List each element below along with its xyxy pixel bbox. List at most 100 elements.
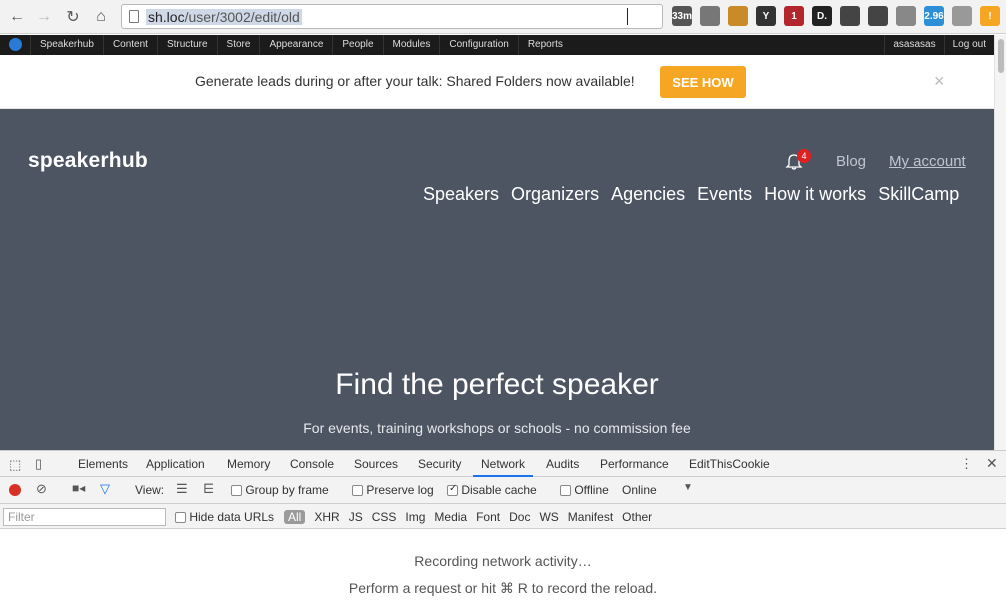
warning-ext-icon[interactable]: ! [980,6,1000,26]
main-nav-item[interactable]: Organizers [511,184,599,205]
device-toggle-icon[interactable]: ▯ [35,456,42,472]
back-arrow-icon[interactable]: ← [6,6,28,28]
type-filter-doc[interactable]: Doc [509,510,530,524]
devtools-tab[interactable]: EditThisCookie [681,451,778,477]
offline-option[interactable]: Offline [560,483,609,497]
group-by-frame-checkbox[interactable] [231,485,242,497]
network-filter-bar: Filter Hide data URLs All XHR JS CSS Img Medi… [0,504,1006,529]
record-icon[interactable] [9,484,21,496]
tool-ext-icon[interactable] [868,6,888,26]
type-filter-media[interactable]: Media [434,510,467,524]
main-navigation: Speakers Organizers Agencies Events How it w… [423,184,959,205]
admin-toolbar: Speakerhub Content Structure Store Appearanc… [0,35,1006,55]
admin-menu-item[interactable]: Modules [382,35,440,55]
overview-icon[interactable]: ⋿ [203,481,214,497]
admin-menu-item[interactable]: Store [216,35,260,55]
devtools-tab[interactable]: Console [282,451,342,477]
devtools-tab[interactable]: Elements [70,451,136,477]
disable-cache-checkbox[interactable] [447,483,458,497]
devtools-tab[interactable]: Security [410,451,469,477]
close-icon[interactable]: × [934,71,945,92]
blog-link[interactable]: Blog [836,153,866,170]
type-filter-img[interactable]: Img [405,510,425,524]
address-bar[interactable]: sh.loc/user/3002/edit/old [121,4,663,29]
vue-ext-icon[interactable] [952,6,972,26]
devtools-tab[interactable]: Sources [346,451,406,477]
circle-ext-icon[interactable] [840,6,860,26]
logout-link[interactable]: Log out [943,35,994,55]
announcement-bar: Generate leads during or after your talk… [0,55,994,109]
capture-screenshots-icon[interactable]: ■◂ [72,481,85,495]
close-devtools-icon[interactable]: ✕ [986,455,998,472]
main-nav-item[interactable]: Speakers [423,184,499,205]
disable-cache-label: Disable cache [461,483,537,497]
cookie-icon[interactable] [728,6,748,26]
url-text[interactable]: sh.loc/user/3002/edit/old [146,9,302,25]
main-nav-item[interactable]: How it works [764,184,866,205]
forward-arrow-icon[interactable]: → [33,6,55,28]
announcement-text: Generate leads during or after your talk… [195,73,635,89]
type-filter-font[interactable]: Font [476,510,500,524]
admin-menu-item[interactable]: Structure [156,35,217,55]
offline-checkbox[interactable] [560,485,571,497]
inspect-element-icon[interactable]: ⬚ [9,457,21,473]
large-rows-icon[interactable]: ☰ [176,481,188,497]
disable-cache-option[interactable]: Disable cache [447,483,537,497]
filter-icon[interactable]: ▽ [100,481,110,497]
type-filter-css[interactable]: CSS [372,510,397,524]
main-nav-item[interactable]: SkillCamp [878,184,959,205]
admin-user-link[interactable]: asasasas [884,35,943,55]
preserve-log-checkbox[interactable] [352,485,363,497]
devtools-tab[interactable]: Memory [219,451,278,477]
shield-ext-icon[interactable]: 1 [784,6,804,26]
chevron-down-icon[interactable]: ▼ [683,482,693,493]
preserve-log-option[interactable]: Preserve log [352,483,434,497]
hero-section: speakerhub 4 Blog My account Speakers Org… [0,109,994,450]
devtools-tab[interactable]: Audits [538,451,587,477]
image-ext-icon[interactable] [896,6,916,26]
gear-ext-icon[interactable] [700,6,720,26]
site-logo[interactable]: speakerhub [28,149,148,173]
reload-icon[interactable]: ↻ [62,6,84,28]
admin-menu-item[interactable]: Content [102,35,157,55]
admin-menu-item[interactable]: People [332,35,382,55]
type-filter-manifest[interactable]: Manifest [568,510,613,524]
preserve-log-label: Preserve log [366,483,434,497]
type-filter-xhr[interactable]: XHR [314,510,339,524]
devtools-tab[interactable]: Network [473,451,534,477]
admin-menu-item[interactable]: Configuration [439,35,517,55]
cloud-2-96-icon[interactable]: 2.96 [924,6,944,26]
drupal-drop-icon[interactable] [9,38,22,51]
y-ext-icon[interactable]: Y [756,6,776,26]
admin-menu-item[interactable]: Reports [517,35,572,55]
hero-subtitle: For events, training workshops or school… [303,420,691,436]
scrollbar-thumb[interactable] [998,39,1004,73]
group-by-frame-option[interactable]: Group by frame [231,483,329,497]
type-filter-js[interactable]: JS [349,510,363,524]
type-filter-ws[interactable]: WS [539,510,558,524]
admin-menu-item[interactable]: Appearance [259,35,332,55]
devtools-tab[interactable]: Application [138,451,213,477]
main-nav-item[interactable]: Agencies [611,184,685,205]
type-filter-all[interactable]: All [284,510,306,524]
extension-icons: 33m Y 1 D. 2.96! [672,6,1000,26]
filter-input[interactable]: Filter [3,508,166,526]
admin-menu-item[interactable]: Speakerhub [30,35,103,55]
hide-data-urls-checkbox[interactable] [175,512,186,524]
timer-33m-icon[interactable]: 33m [672,6,692,26]
page-scrollbar[interactable] [994,35,1006,450]
hide-data-urls-option[interactable]: Hide data URLs [175,510,274,524]
devtools-panel: ⬚ ▯ Elements Application Memory Console Sour… [0,450,1006,616]
devtools-tab[interactable]: Performance [592,451,677,477]
notification-count-badge: 4 [797,149,811,163]
clear-icon[interactable]: ⊘ [36,481,47,497]
home-icon[interactable]: ⌂ [90,6,112,28]
my-account-link[interactable]: My account [889,153,966,170]
type-filter-other[interactable]: Other [622,510,652,524]
admin-menu: Speakerhub Content Structure Store Appearanc… [30,35,572,55]
see-how-button[interactable]: SEE HOW [660,66,746,98]
main-nav-item[interactable]: Events [697,184,752,205]
d-ext-icon[interactable]: D. [812,6,832,26]
more-options-icon[interactable]: ⋮ [960,456,973,472]
throttling-select[interactable]: Online [622,483,657,497]
